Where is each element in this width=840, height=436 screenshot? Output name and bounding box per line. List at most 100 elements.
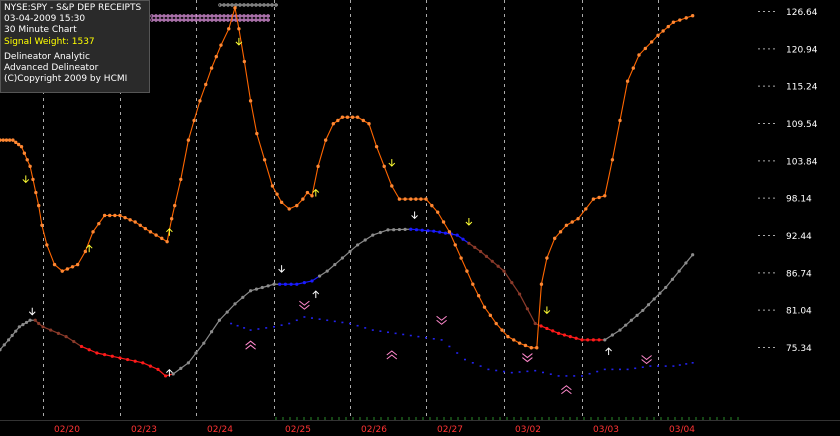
delineator-point xyxy=(266,284,270,288)
delineator-point xyxy=(141,361,145,365)
lower-band-point xyxy=(657,365,659,367)
price-point xyxy=(165,239,169,244)
price-point xyxy=(60,269,64,273)
delineator-point xyxy=(103,353,107,357)
delineator-point xyxy=(210,330,214,334)
lower-band-point xyxy=(596,370,599,373)
price-point xyxy=(494,321,498,326)
delineator-point xyxy=(49,328,53,332)
delineator-point xyxy=(179,366,183,370)
price-point xyxy=(570,220,574,224)
delineator-point xyxy=(691,253,695,257)
chevron-marker xyxy=(386,350,398,360)
x-tick-label: 02/23 xyxy=(131,425,157,435)
delineator-point xyxy=(64,335,68,339)
price-point xyxy=(397,197,402,201)
delineator-point xyxy=(420,228,424,232)
delineator-point xyxy=(110,354,114,358)
price-point xyxy=(301,197,305,201)
price-point xyxy=(419,197,423,201)
price-point xyxy=(597,195,601,200)
y-tick-label: 109.54 xyxy=(786,120,818,130)
price-point xyxy=(690,13,695,18)
delineator-point xyxy=(333,262,337,267)
lower-band-point xyxy=(611,368,614,371)
lower-band-point xyxy=(542,371,544,374)
x-tick-label: 02/24 xyxy=(207,425,233,435)
signal-arrow xyxy=(312,188,320,197)
delineator-point xyxy=(414,228,419,232)
price-point xyxy=(684,16,688,20)
delineator-point xyxy=(283,282,287,286)
price-point xyxy=(382,164,386,169)
delineator-segment xyxy=(503,270,513,283)
lower-band-point xyxy=(273,326,275,328)
price-point xyxy=(118,213,122,218)
price-point xyxy=(390,184,394,188)
price-point xyxy=(14,140,18,145)
delineator-point xyxy=(363,238,367,242)
lower-band-point xyxy=(265,327,268,329)
delineator-point xyxy=(467,241,471,245)
price-point xyxy=(65,267,70,271)
delineator-point xyxy=(479,249,483,254)
signal-arrow xyxy=(28,307,36,316)
price-point xyxy=(523,343,528,348)
lower-band-point xyxy=(387,331,389,334)
delineator-point xyxy=(652,297,656,301)
chevron-stroke xyxy=(522,353,533,359)
lower-band-point xyxy=(364,327,367,329)
delineator-point xyxy=(403,227,407,231)
y-tick-label: 75.34 xyxy=(786,344,812,354)
price-point xyxy=(287,207,291,211)
y-tick-label: 115.24 xyxy=(786,83,818,93)
delineator-point xyxy=(409,227,413,231)
price-point xyxy=(219,43,223,47)
delineator-point xyxy=(33,318,37,322)
lower-band-point xyxy=(448,345,451,348)
price-point xyxy=(355,115,360,119)
delineator-point xyxy=(295,282,299,286)
signal-arrow xyxy=(278,265,285,273)
lower-band-point xyxy=(356,324,359,327)
lower-band-point xyxy=(341,321,344,324)
price-point xyxy=(11,138,15,142)
chevron-marker xyxy=(299,300,310,310)
x-tick-label: 03/03 xyxy=(593,425,619,435)
chevron-stroke xyxy=(436,315,447,321)
lower-band-point xyxy=(691,362,694,364)
price-point xyxy=(242,59,247,64)
price-point xyxy=(37,203,41,208)
delineator-point xyxy=(461,237,465,241)
price-point xyxy=(424,197,428,201)
delineator-point xyxy=(386,228,390,232)
lower-band-point xyxy=(409,334,412,337)
delineator-point xyxy=(677,269,681,273)
signal-arrow xyxy=(166,228,173,236)
price-point xyxy=(517,341,522,345)
delineator-point xyxy=(484,254,489,258)
delineator-segment xyxy=(218,311,228,321)
delineator-point xyxy=(455,233,459,237)
y-tick-label: 81.04 xyxy=(786,307,812,317)
lower-band-point xyxy=(303,316,306,318)
lower-band-point xyxy=(526,370,529,373)
delineator-point xyxy=(670,277,675,281)
price-point xyxy=(403,197,407,201)
price-point xyxy=(310,194,314,198)
lower-band-point xyxy=(311,317,313,319)
delineator-point xyxy=(79,344,84,349)
price-point xyxy=(186,138,191,142)
delineator-point xyxy=(574,336,578,340)
price-point xyxy=(179,177,183,182)
price-point xyxy=(631,66,635,70)
price-point xyxy=(643,46,648,51)
delineator-point xyxy=(610,333,615,337)
price-point xyxy=(214,54,218,59)
delineator-point xyxy=(156,367,160,371)
price-point xyxy=(340,115,345,119)
lower-band-point xyxy=(333,320,336,323)
price-point xyxy=(270,184,275,188)
price-point xyxy=(34,190,38,195)
delineator-point xyxy=(426,229,430,233)
